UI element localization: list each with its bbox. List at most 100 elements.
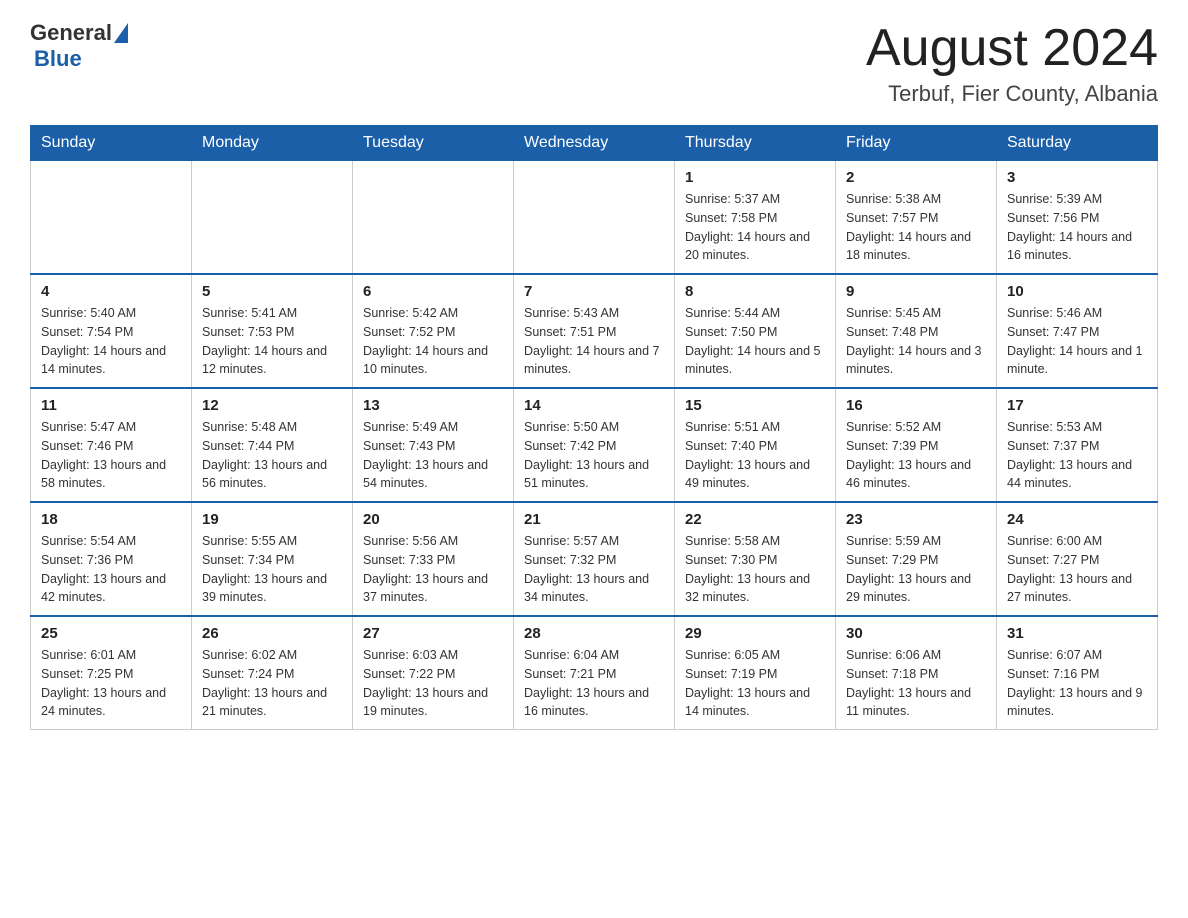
day-info: Sunrise: 5:52 AM Sunset: 7:39 PM Dayligh… xyxy=(846,418,986,493)
table-row: 25 Sunrise: 6:01 AM Sunset: 7:25 PM Dayli… xyxy=(31,616,192,730)
day-number: 22 xyxy=(685,511,825,528)
table-row: 1 Sunrise: 5:37 AM Sunset: 7:58 PM Daylig… xyxy=(675,161,836,275)
day-number: 17 xyxy=(1007,397,1147,414)
day-number: 7 xyxy=(524,283,664,300)
table-row: 13Sunrise: 5:49 AM Sunset: 7:43 PM Dayli… xyxy=(353,388,514,502)
day-number: 8 xyxy=(685,283,825,300)
calendar-header-row: SundayMondayTuesdayWednesdayThursdayFrid… xyxy=(31,126,1158,161)
table-row: 4Sunrise: 5:40 AM Sunset: 7:54 PM Daylig… xyxy=(31,274,192,388)
day-info: Sunrise: 5:38 AM Sunset: 7:57 PM Dayligh… xyxy=(846,190,986,265)
day-info: Sunrise: 6:01 AM Sunset: 7:25 PM Dayligh… xyxy=(41,646,181,721)
day-number: 14 xyxy=(524,397,664,414)
calendar-week-row: 18 Sunrise: 5:54 AM Sunset: 7:36 PM Dayli… xyxy=(31,502,1158,616)
day-info: Sunrise: 5:48 AM Sunset: 7:44 PM Dayligh… xyxy=(202,418,342,493)
month-title: August 2024 xyxy=(866,20,1158,77)
table-row: 26 Sunrise: 6:02 AM Sunset: 7:24 PM Dayli… xyxy=(192,616,353,730)
table-row: 7 Sunrise: 5:43 AM Sunset: 7:51 PM Daylig… xyxy=(514,274,675,388)
day-number: 10 xyxy=(1007,283,1147,300)
table-row: 22 Sunrise: 5:58 AM Sunset: 7:30 PM Dayli… xyxy=(675,502,836,616)
col-header-thursday: Thursday xyxy=(675,126,836,161)
day-info: Sunrise: 5:47 AM Sunset: 7:46 PM Dayligh… xyxy=(41,418,181,493)
calendar-week-row: 11 Sunrise: 5:47 AM Sunset: 7:46 PM Dayli… xyxy=(31,388,1158,502)
day-number: 15 xyxy=(685,397,825,414)
table-row: 15Sunrise: 5:51 AM Sunset: 7:40 PM Dayli… xyxy=(675,388,836,502)
day-info: Sunrise: 6:04 AM Sunset: 7:21 PM Dayligh… xyxy=(524,646,664,721)
table-row xyxy=(514,161,675,275)
table-row: 20Sunrise: 5:56 AM Sunset: 7:33 PM Dayli… xyxy=(353,502,514,616)
day-number: 11 xyxy=(41,397,181,414)
day-number: 26 xyxy=(202,625,342,642)
day-number: 3 xyxy=(1007,169,1147,186)
table-row: 18 Sunrise: 5:54 AM Sunset: 7:36 PM Dayli… xyxy=(31,502,192,616)
logo-general: General xyxy=(30,20,112,46)
day-number: 5 xyxy=(202,283,342,300)
day-number: 12 xyxy=(202,397,342,414)
table-row xyxy=(192,161,353,275)
table-row: 17Sunrise: 5:53 AM Sunset: 7:37 PM Dayli… xyxy=(997,388,1158,502)
day-info: Sunrise: 5:50 AM Sunset: 7:42 PM Dayligh… xyxy=(524,418,664,493)
day-info: Sunrise: 5:46 AM Sunset: 7:47 PM Dayligh… xyxy=(1007,304,1147,379)
day-info: Sunrise: 5:42 AM Sunset: 7:52 PM Dayligh… xyxy=(363,304,503,379)
calendar-week-row: 4Sunrise: 5:40 AM Sunset: 7:54 PM Daylig… xyxy=(31,274,1158,388)
col-header-sunday: Sunday xyxy=(31,126,192,161)
table-row: 14 Sunrise: 5:50 AM Sunset: 7:42 PM Dayli… xyxy=(514,388,675,502)
day-number: 18 xyxy=(41,511,181,528)
logo: General Blue xyxy=(30,20,130,72)
col-header-tuesday: Tuesday xyxy=(353,126,514,161)
logo-blue: Blue xyxy=(34,46,82,72)
day-info: Sunrise: 5:55 AM Sunset: 7:34 PM Dayligh… xyxy=(202,532,342,607)
day-info: Sunrise: 5:54 AM Sunset: 7:36 PM Dayligh… xyxy=(41,532,181,607)
day-number: 21 xyxy=(524,511,664,528)
day-number: 2 xyxy=(846,169,986,186)
day-number: 13 xyxy=(363,397,503,414)
table-row: 10 Sunrise: 5:46 AM Sunset: 7:47 PM Dayli… xyxy=(997,274,1158,388)
day-number: 9 xyxy=(846,283,986,300)
day-info: Sunrise: 5:58 AM Sunset: 7:30 PM Dayligh… xyxy=(685,532,825,607)
day-number: 6 xyxy=(363,283,503,300)
table-row: 31Sunrise: 6:07 AM Sunset: 7:16 PM Dayli… xyxy=(997,616,1158,730)
day-number: 25 xyxy=(41,625,181,642)
day-number: 16 xyxy=(846,397,986,414)
day-number: 19 xyxy=(202,511,342,528)
day-info: Sunrise: 6:00 AM Sunset: 7:27 PM Dayligh… xyxy=(1007,532,1147,607)
day-info: Sunrise: 5:45 AM Sunset: 7:48 PM Dayligh… xyxy=(846,304,986,379)
table-row: 28 Sunrise: 6:04 AM Sunset: 7:21 PM Dayli… xyxy=(514,616,675,730)
calendar-week-row: 1 Sunrise: 5:37 AM Sunset: 7:58 PM Daylig… xyxy=(31,161,1158,275)
table-row: 23 Sunrise: 5:59 AM Sunset: 7:29 PM Dayli… xyxy=(836,502,997,616)
day-number: 30 xyxy=(846,625,986,642)
col-header-wednesday: Wednesday xyxy=(514,126,675,161)
table-row: 24 Sunrise: 6:00 AM Sunset: 7:27 PM Dayli… xyxy=(997,502,1158,616)
day-info: Sunrise: 5:37 AM Sunset: 7:58 PM Dayligh… xyxy=(685,190,825,265)
page-header: General Blue August 2024 Terbuf, Fier Co… xyxy=(30,20,1158,107)
table-row: 21Sunrise: 5:57 AM Sunset: 7:32 PM Dayli… xyxy=(514,502,675,616)
day-number: 4 xyxy=(41,283,181,300)
day-info: Sunrise: 5:59 AM Sunset: 7:29 PM Dayligh… xyxy=(846,532,986,607)
table-row: 6 Sunrise: 5:42 AM Sunset: 7:52 PM Daylig… xyxy=(353,274,514,388)
table-row: 9 Sunrise: 5:45 AM Sunset: 7:48 PM Daylig… xyxy=(836,274,997,388)
day-info: Sunrise: 5:43 AM Sunset: 7:51 PM Dayligh… xyxy=(524,304,664,379)
day-number: 27 xyxy=(363,625,503,642)
day-number: 24 xyxy=(1007,511,1147,528)
location-title: Terbuf, Fier County, Albania xyxy=(866,81,1158,107)
day-info: Sunrise: 5:39 AM Sunset: 7:56 PM Dayligh… xyxy=(1007,190,1147,265)
calendar-table: SundayMondayTuesdayWednesdayThursdayFrid… xyxy=(30,125,1158,730)
col-header-saturday: Saturday xyxy=(997,126,1158,161)
day-number: 23 xyxy=(846,511,986,528)
table-row: 27 Sunrise: 6:03 AM Sunset: 7:22 PM Dayli… xyxy=(353,616,514,730)
day-info: Sunrise: 5:44 AM Sunset: 7:50 PM Dayligh… xyxy=(685,304,825,379)
col-header-monday: Monday xyxy=(192,126,353,161)
day-number: 1 xyxy=(685,169,825,186)
table-row: 2 Sunrise: 5:38 AM Sunset: 7:57 PM Daylig… xyxy=(836,161,997,275)
table-row: 12 Sunrise: 5:48 AM Sunset: 7:44 PM Dayli… xyxy=(192,388,353,502)
day-number: 28 xyxy=(524,625,664,642)
day-number: 31 xyxy=(1007,625,1147,642)
day-info: Sunrise: 6:02 AM Sunset: 7:24 PM Dayligh… xyxy=(202,646,342,721)
table-row: 5Sunrise: 5:41 AM Sunset: 7:53 PM Daylig… xyxy=(192,274,353,388)
table-row: 29Sunrise: 6:05 AM Sunset: 7:19 PM Dayli… xyxy=(675,616,836,730)
table-row: 8 Sunrise: 5:44 AM Sunset: 7:50 PM Daylig… xyxy=(675,274,836,388)
calendar-week-row: 25 Sunrise: 6:01 AM Sunset: 7:25 PM Dayli… xyxy=(31,616,1158,730)
table-row: 16 Sunrise: 5:52 AM Sunset: 7:39 PM Dayli… xyxy=(836,388,997,502)
table-row: 30Sunrise: 6:06 AM Sunset: 7:18 PM Dayli… xyxy=(836,616,997,730)
day-info: Sunrise: 6:03 AM Sunset: 7:22 PM Dayligh… xyxy=(363,646,503,721)
table-row xyxy=(31,161,192,275)
